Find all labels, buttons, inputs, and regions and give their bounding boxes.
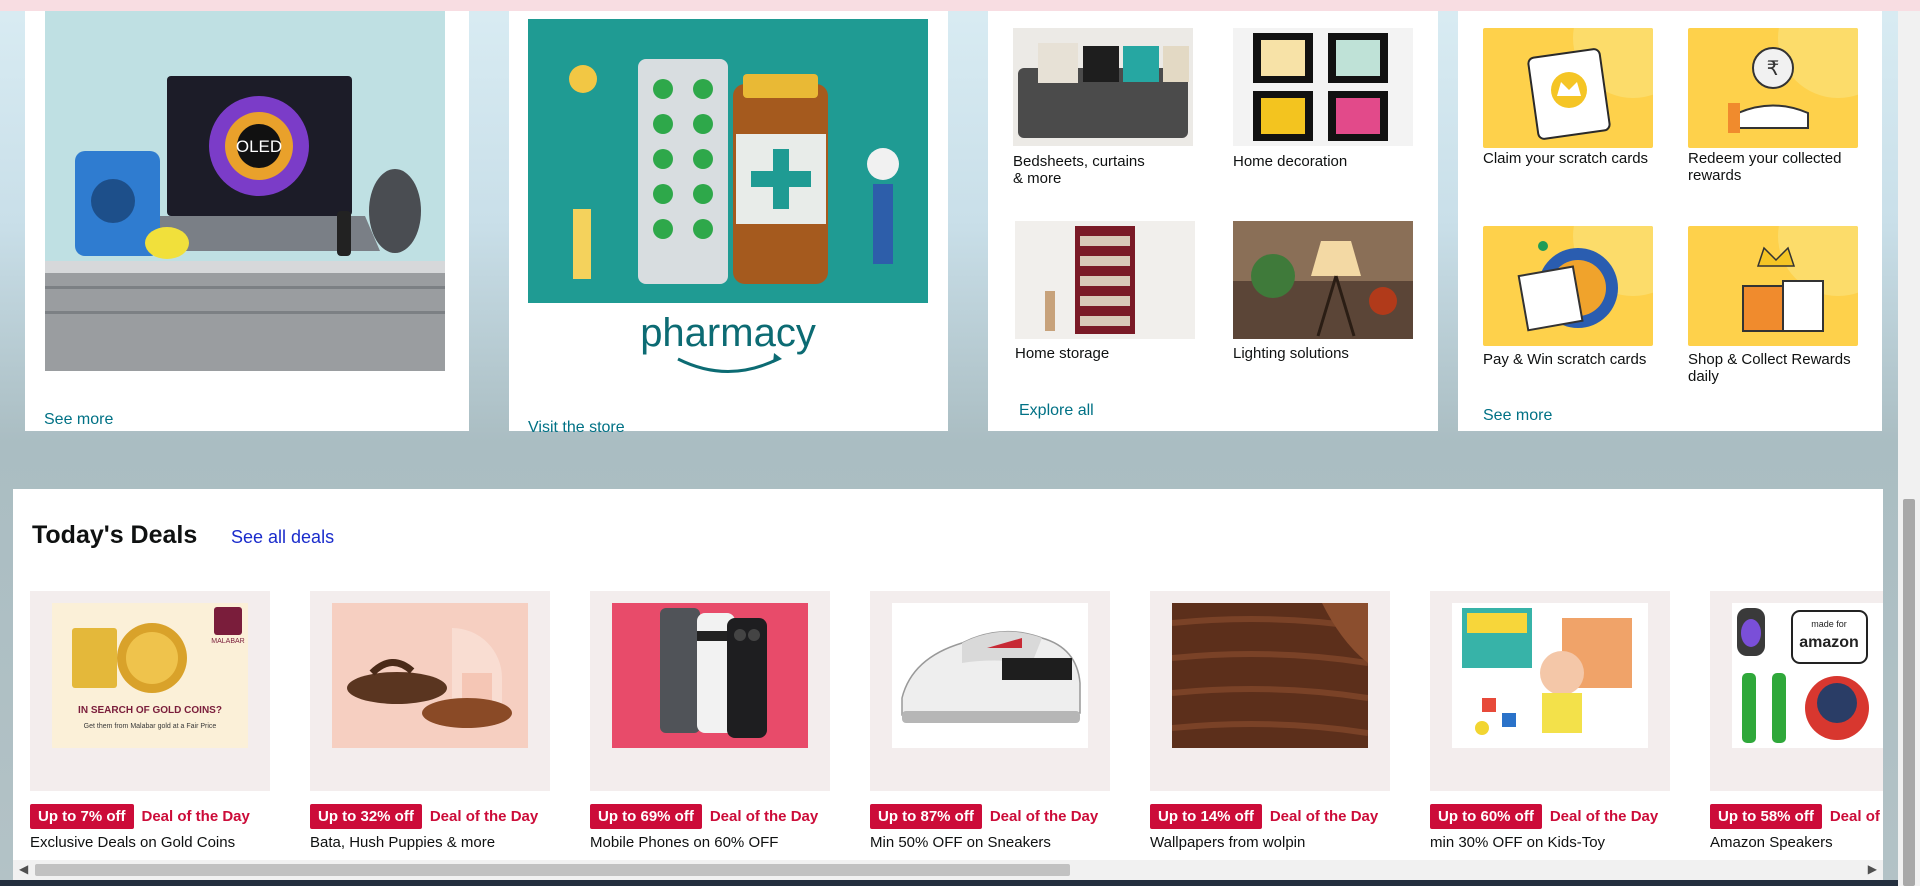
pharmacy-card: pharmacy Visit the store xyxy=(509,11,948,436)
discount-badge: Up to 14% off xyxy=(1150,803,1262,829)
lighting-image[interactable] xyxy=(1233,221,1413,339)
deal-of-day-label: Deal of the Day xyxy=(429,807,539,825)
bedsheets-image[interactable] xyxy=(1013,28,1193,146)
vertical-scroll-thumb[interactable] xyxy=(1903,499,1915,886)
deal-image-phones[interactable] xyxy=(590,591,830,791)
deal-card[interactable]: Up to 32% off Deal of the Day Bata, Hush… xyxy=(310,591,550,851)
electronics-see-more-link[interactable]: See more xyxy=(44,411,113,429)
deal-card[interactable]: Up to 87% off Deal of the Day Min 50% OF… xyxy=(870,591,1110,851)
shop-collect-label[interactable]: Shop & Collect Rewards daily xyxy=(1688,351,1863,385)
page-vertical-scrollbar[interactable] xyxy=(1898,11,1920,886)
deal-of-day-label: Deal of the Day xyxy=(1269,807,1379,825)
pharmacy-visit-store-link[interactable]: Visit the store xyxy=(528,419,625,437)
scroll-right-icon[interactable]: ▶ xyxy=(1868,862,1877,876)
discount-badge: Up to 32% off xyxy=(310,803,422,829)
discount-badge: Up to 87% off xyxy=(870,803,982,829)
discount-badge: Up to 58% off xyxy=(1710,803,1822,829)
deal-of-day-label: Deal of the Day xyxy=(141,807,250,825)
deal-card[interactable]: Up to 14% off Deal of the Day Wallpapers… xyxy=(1150,591,1390,851)
deals-horizontal-scrollbar[interactable]: ◀ ▶ xyxy=(13,860,1883,880)
home-decoration-label[interactable]: Home decoration xyxy=(1233,153,1423,170)
redeem-rewards-image[interactable]: ₹ xyxy=(1688,28,1858,148)
deal-name[interactable]: Mobile Phones on 60% OFF xyxy=(590,834,830,851)
deal-name[interactable]: Exclusive Deals on Gold Coins xyxy=(30,834,270,851)
deal-of-day-label: Deal of the Day xyxy=(989,807,1099,825)
deal-name[interactable]: Amazon Speakers xyxy=(1710,834,1883,851)
deal-of-day-label: Deal of the Day xyxy=(1549,807,1659,825)
discount-badge: Up to 69% off xyxy=(590,803,702,829)
gold-promo-text: IN SEARCH OF GOLD COINS? xyxy=(78,705,222,716)
home-explore-all-link[interactable]: Explore all xyxy=(1019,402,1094,420)
bedsheets-label[interactable]: Bedsheets, curtains & more xyxy=(1013,153,1153,187)
deal-image-amazon-speakers[interactable]: made for amazon xyxy=(1710,591,1883,791)
deal-image-shoes[interactable] xyxy=(310,591,550,791)
rupee-icon: ₹ xyxy=(1767,56,1780,80)
lighting-label[interactable]: Lighting solutions xyxy=(1233,345,1423,362)
claim-scratch-label[interactable]: Claim your scratch cards xyxy=(1483,150,1673,167)
deal-image-wallpaper[interactable] xyxy=(1150,591,1390,791)
todays-deals-section: Today's Deals See all deals MALABAR IN S… xyxy=(13,489,1883,869)
home-decoration-image[interactable] xyxy=(1233,28,1413,146)
deal-card[interactable]: Up to 69% off Deal of the Day Mobile Pho… xyxy=(590,591,830,851)
scroll-left-icon[interactable]: ◀ xyxy=(19,862,28,876)
deal-name[interactable]: Wallpapers from wolpin xyxy=(1150,834,1390,851)
pay-win-image[interactable] xyxy=(1483,226,1653,346)
deal-name[interactable]: Min 50% OFF on Sneakers xyxy=(870,834,1110,851)
pay-win-label[interactable]: Pay & Win scratch cards xyxy=(1483,351,1673,368)
top-strip xyxy=(0,0,1920,11)
home-storage-label[interactable]: Home storage xyxy=(1015,345,1205,362)
scratch-cards-image[interactable] xyxy=(1483,28,1653,148)
deal-name[interactable]: Bata, Hush Puppies & more xyxy=(310,834,550,851)
discount-badge: Up to 60% off xyxy=(1430,803,1542,829)
home-storage-image[interactable] xyxy=(1015,221,1195,339)
gold-promo-subtext: Get them from Malabar gold at a Fair Pri… xyxy=(84,723,217,730)
rewards-card: Claim your scratch cards ₹ Redeem your c… xyxy=(1458,11,1882,431)
deal-card[interactable]: MALABAR IN SEARCH OF GOLD COINS? Get the… xyxy=(30,591,270,851)
deal-image-gold-coins[interactable]: MALABAR IN SEARCH OF GOLD COINS? Get the… xyxy=(30,591,270,791)
deal-card[interactable]: made for amazon Up to 58% off Deal of th… xyxy=(1710,591,1883,851)
deal-image-kids-toy[interactable] xyxy=(1430,591,1670,791)
electronics-card: OLED See more xyxy=(25,11,469,431)
see-all-deals-link[interactable]: See all deals xyxy=(231,527,334,548)
deal-card[interactable]: Up to 60% off Deal of the Day min 30% OF… xyxy=(1430,591,1670,851)
bottom-bar xyxy=(0,880,1898,886)
shop-collect-image[interactable] xyxy=(1688,226,1858,346)
deal-image-sneakers[interactable] xyxy=(870,591,1110,791)
electronics-image[interactable]: OLED xyxy=(45,11,445,371)
deals-title: Today's Deals xyxy=(32,521,198,549)
deal-of-day-label: Deal of the Day xyxy=(1829,807,1883,825)
home-card: Bedsheets, curtains & more Home decorati… xyxy=(988,11,1438,431)
amazon-logo-text: amazon xyxy=(1799,634,1859,651)
rewards-see-more-link[interactable]: See more xyxy=(1483,407,1552,425)
deal-name[interactable]: min 30% OFF on Kids-Toy xyxy=(1430,834,1670,851)
pharmacy-image[interactable]: pharmacy xyxy=(528,19,928,389)
discount-badge: Up to 7% off xyxy=(30,803,134,829)
redeem-rewards-label[interactable]: Redeem your collected rewards xyxy=(1688,150,1863,184)
gold-brand-text: MALABAR xyxy=(211,638,244,645)
oled-label: OLED xyxy=(236,137,282,156)
made-for-text: made for xyxy=(1811,619,1847,629)
deal-of-day-label: Deal of the Day xyxy=(709,807,819,825)
horizontal-scroll-thumb[interactable] xyxy=(35,864,1070,876)
pharmacy-brand: pharmacy xyxy=(640,311,816,355)
